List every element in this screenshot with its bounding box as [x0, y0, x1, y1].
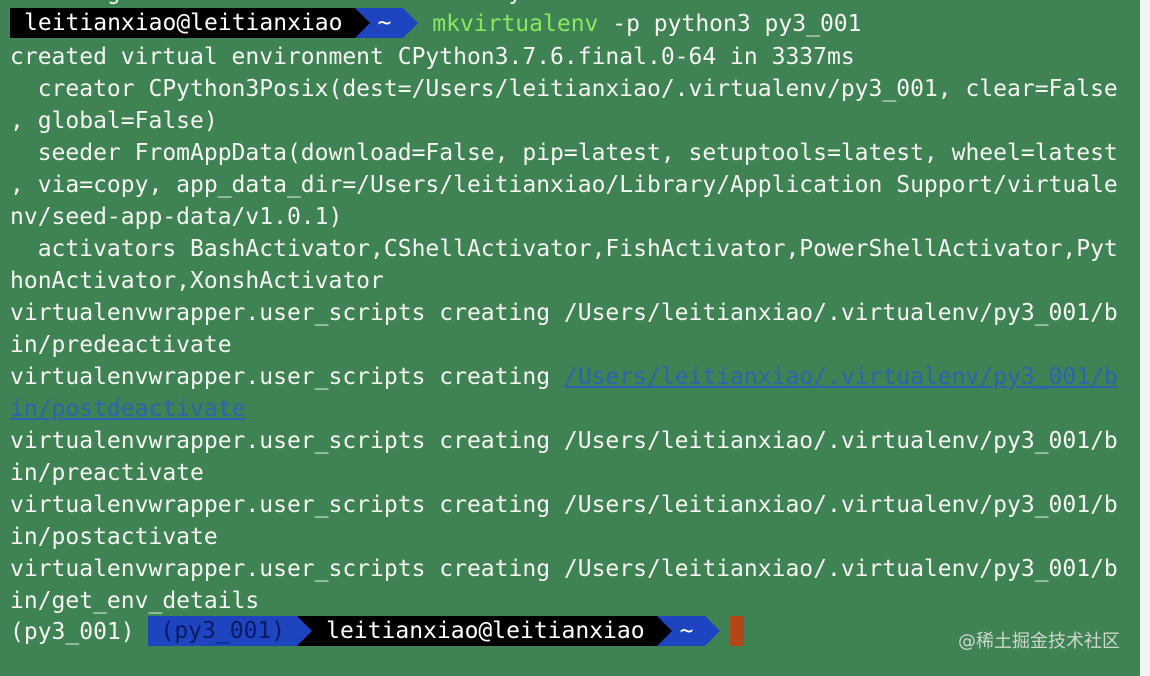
output-line: honActivator,XonshActivator	[10, 268, 384, 294]
output-line: virtualenvwrapper.user_scripts creating …	[10, 428, 1118, 454]
command-name: mkvirtualenv	[432, 11, 599, 37]
output-line: created virtual environment CPython3.7.6…	[10, 44, 855, 70]
output-line: , via=copy, app_data_dir=/Users/leitianx…	[10, 172, 1118, 198]
path-link[interactable]: /Users/leitianxiao/.virtualenv/py3_001/b	[564, 364, 1118, 390]
output-line: nv/seed-app-data/v1.0.1)	[10, 204, 343, 230]
prompt-separator-arrow	[354, 8, 370, 38]
partial-top-line: Last login: Sun Dec 6 21:02:22 on ttys00…	[10, 0, 578, 8]
prompt-user-segment: leitianxiao@leitianxiao	[312, 616, 657, 646]
window-edge	[1140, 0, 1150, 676]
output-line: in/get_env_details	[10, 588, 260, 614]
output-line: , global=False)	[10, 108, 218, 134]
watermark: @稀土掘金技术社区	[958, 631, 1120, 652]
prompt-line-1: leitianxiao@leitianxiao ~ mkvirtualenv -p…	[10, 8, 862, 40]
prompt-line-2[interactable]: (py3_001) (py3_001) leitianxiao@leitianxi…	[10, 616, 745, 648]
prompt-dir-segment: ~	[671, 616, 706, 646]
path-link-continuation[interactable]: in/postdeactivate	[10, 396, 245, 422]
text-cursor[interactable]	[730, 616, 745, 646]
output-line-link-continuation: in/postdeactivate	[10, 393, 245, 425]
output-line: in/preactivate	[10, 460, 204, 486]
prompt-dir-segment: ~	[369, 8, 404, 38]
output-line: in/postactivate	[10, 524, 218, 550]
output-line: activators BashActivator,CShellActivator…	[10, 236, 1118, 262]
terminal-window[interactable]: Last login: Sun Dec 6 21:02:22 on ttys00…	[0, 0, 1140, 676]
command-args: -p python3 py3_001	[598, 11, 862, 37]
output-line: virtualenvwrapper.user_scripts creating …	[10, 492, 1118, 518]
output-line: seeder FromAppData(download=False, pip=l…	[10, 140, 1118, 166]
output-line-with-link: virtualenvwrapper.user_scripts creating …	[10, 361, 1118, 393]
prompt-user-segment: leitianxiao@leitianxiao	[10, 8, 355, 38]
prompt-end-arrow	[403, 8, 419, 38]
link-line-prefix: virtualenvwrapper.user_scripts creating	[10, 364, 564, 390]
prompt-env-segment: (py3_001)	[148, 616, 298, 646]
prompt-separator-arrow	[656, 616, 672, 646]
output-line: virtualenvwrapper.user_scripts creating …	[10, 556, 1118, 582]
output-line: in/predeactivate	[10, 332, 232, 358]
output-line: virtualenvwrapper.user_scripts creating …	[10, 300, 1118, 326]
prompt-end-arrow	[705, 616, 721, 646]
output-line: creator CPython3Posix(dest=/Users/leitia…	[10, 76, 1118, 102]
env-prefix: (py3_001)	[10, 619, 149, 645]
prompt-separator-arrow	[297, 616, 313, 646]
